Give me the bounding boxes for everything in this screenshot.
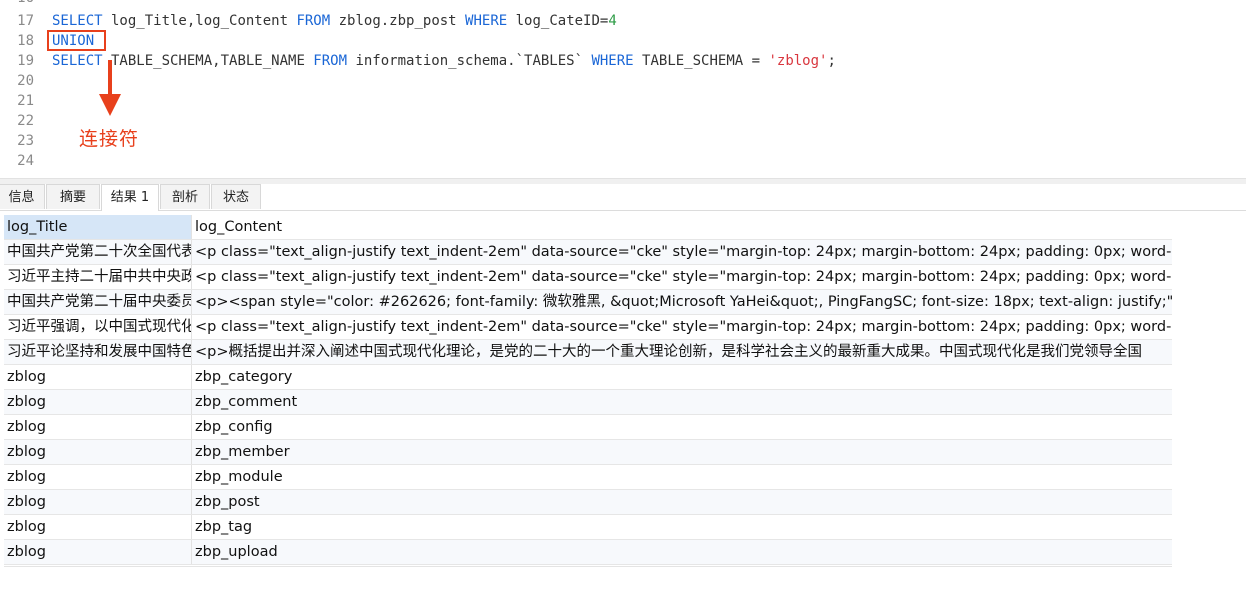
table-cell[interactable]: 习近平强调，以中国式现代化全面: [4, 315, 192, 339]
table-row[interactable]: zblog zbp_config: [4, 415, 1172, 440]
line-number: 18: [17, 33, 34, 49]
table-row[interactable]: zblog zbp_module: [4, 465, 1172, 490]
annotation-label: 连接符: [79, 128, 140, 150]
result-grid[interactable]: log_Titlelog_Content中国共产党第二十次全国代表大会<p cl…: [4, 215, 1172, 567]
table-cell[interactable]: zbp_post: [192, 490, 1172, 514]
code-line[interactable]: 22: [0, 111, 1246, 131]
code-line[interactable]: 16: [0, 0, 1246, 8]
navicat-query-window: 16 17 SELECT log_Title,log_Content FROM zb…: [0, 0, 1246, 615]
table-cell[interactable]: zblog: [4, 415, 192, 439]
tab-result-1[interactable]: 摘要: [46, 184, 100, 209]
table-row[interactable]: 中国共产党第二十届中央委员会 <p><span style="color: #26…: [4, 290, 1172, 315]
column-header[interactable]: log_Title: [4, 215, 192, 239]
table-cell[interactable]: 中国共产党第二十次全国代表大会: [4, 240, 192, 264]
table-row[interactable]: 中国共产党第二十次全国代表大会<p class="text_align-just…: [4, 240, 1172, 265]
tab-result-3[interactable]: 剖析: [160, 184, 210, 209]
table-cell[interactable]: zblog: [4, 540, 192, 564]
table-cell[interactable]: 习近平主持二十届中共中央政治局: [4, 265, 192, 289]
table-cell[interactable]: zblog: [4, 440, 192, 464]
table-cell[interactable]: zblog: [4, 365, 192, 389]
code-line[interactable]: 19 SELECT TABLE_SCHEMA,TABLE_NAME FROM in…: [0, 51, 1246, 71]
table-row[interactable]: 习近平主持二十届中共中央政治局<p class="text_align-just…: [4, 265, 1172, 290]
table-cell[interactable]: zblog: [4, 390, 192, 414]
line-number: 24: [17, 153, 34, 169]
code-line[interactable]: 20: [0, 71, 1246, 91]
table-cell[interactable]: zbp_config: [192, 415, 1172, 439]
table-cell[interactable]: <p>概括提出并深入阐述中国式现代化理论，是党的二十大的一个重大理论创新，是科学…: [192, 340, 1172, 364]
table-cell[interactable]: zblog: [4, 465, 192, 489]
line-number: 23: [17, 133, 34, 149]
line-number: 17: [17, 13, 34, 29]
line-number: 21: [17, 93, 34, 109]
table-cell[interactable]: <p class="text_align-justify text_indent…: [192, 315, 1172, 339]
table-row[interactable]: zblog zbp_comment: [4, 390, 1172, 415]
table-cell[interactable]: zbp_member: [192, 440, 1172, 464]
code-text: SELECT TABLE_SCHEMA,TABLE_NAME FROM info…: [52, 53, 836, 69]
table-row[interactable]: zblog zbp_post: [4, 490, 1172, 515]
code-text: SELECT log_Title,log_Content FROM zblog.…: [52, 13, 617, 29]
table-row[interactable]: zblog zbp_member: [4, 440, 1172, 465]
table-cell[interactable]: 中国共产党第二十届中央委员会: [4, 290, 192, 314]
table-cell[interactable]: zbp_category: [192, 365, 1172, 389]
table-row[interactable]: zblog zbp_tag: [4, 515, 1172, 540]
table-cell[interactable]: zbp_module: [192, 465, 1172, 489]
line-number: 16: [0, 0, 34, 8]
table-row[interactable]: 习近平论坚持和发展中国特色社会<p>概括提出并深入阐述中国式现代化理论，是党的二…: [4, 340, 1172, 365]
code-line[interactable]: 17 SELECT log_Title,log_Content FROM zblo…: [0, 11, 1246, 31]
table-cell[interactable]: zbp_upload: [192, 540, 1172, 564]
column-header[interactable]: log_Content: [192, 215, 1172, 239]
tab-result-2[interactable]: 结果 1: [101, 184, 159, 211]
tab-result-0[interactable]: 信息: [0, 184, 45, 209]
down-arrow-icon: [99, 60, 121, 116]
tab-result-4[interactable]: 状态: [211, 184, 261, 209]
code-line[interactable]: 21: [0, 91, 1246, 111]
code-line[interactable]: 18 UNION: [0, 31, 1246, 51]
code-line[interactable]: 24: [0, 151, 1246, 171]
code-line[interactable]: 23: [0, 131, 1246, 151]
table-row[interactable]: zblog zbp_upload: [4, 540, 1172, 565]
table-cell[interactable]: <p><span style="color: #262626; font-fam…: [192, 290, 1172, 314]
table-cell[interactable]: zblog: [4, 490, 192, 514]
table-cell[interactable]: zbp_comment: [192, 390, 1172, 414]
table-row[interactable]: 习近平强调，以中国式现代化全面<p class="text_align-just…: [4, 315, 1172, 340]
table-cell[interactable]: <p class="text_align-justify text_indent…: [192, 265, 1172, 289]
table-cell[interactable]: zblog: [4, 515, 192, 539]
line-number: 19: [17, 53, 34, 69]
grid-header-row: log_Title log_Content: [4, 215, 1172, 240]
table-cell[interactable]: <p class="text_align-justify text_indent…: [192, 240, 1172, 264]
table-row[interactable]: zblog zbp_category: [4, 365, 1172, 390]
line-number: 20: [17, 73, 34, 89]
union-highlight-box: [47, 30, 106, 51]
table-cell[interactable]: zbp_tag: [192, 515, 1172, 539]
line-number: 22: [17, 113, 34, 129]
table-cell[interactable]: 习近平论坚持和发展中国特色社会: [4, 340, 192, 364]
sql-editor[interactable]: 16 17 SELECT log_Title,log_Content FROM zb…: [0, 0, 1246, 178]
result-tabbar: 信息 摘要 结果 1 剖析 状态: [0, 184, 1246, 211]
